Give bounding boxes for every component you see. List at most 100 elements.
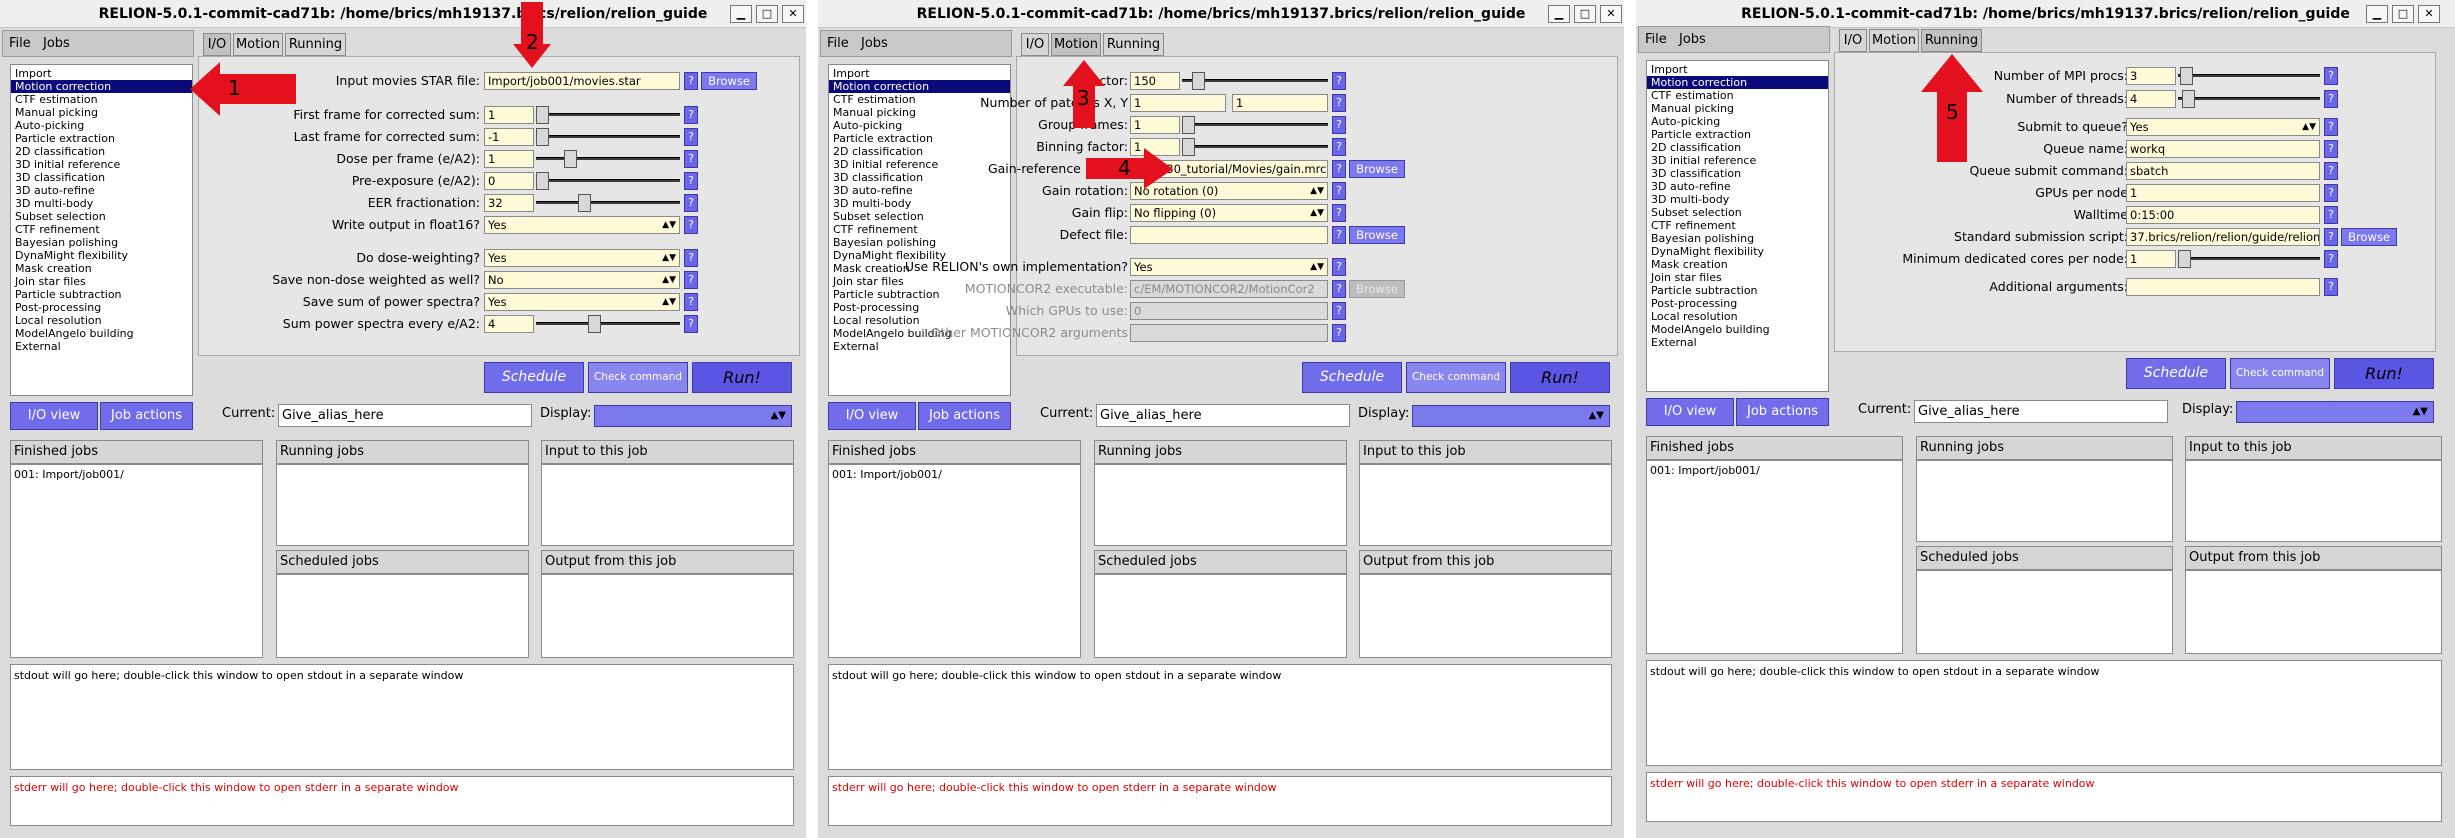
job-type-item[interactable]: CTF refinement xyxy=(829,223,1010,236)
help-icon[interactable]: ? xyxy=(684,172,698,190)
job-type-item[interactable]: CTF estimation xyxy=(11,93,192,106)
scheduled-jobs-list[interactable] xyxy=(1916,570,2173,654)
help-icon[interactable]: ? xyxy=(2324,162,2338,180)
tab-motion[interactable]: Motion xyxy=(1869,29,1919,52)
tab-io[interactable]: I/O xyxy=(203,33,231,56)
gain-flip-dropdown[interactable]: No flipping (0) ▲▼ xyxy=(1130,204,1328,222)
job-type-list[interactable]: Import Motion correction CTF estimation Man… xyxy=(1646,60,1829,392)
min-cores-field[interactable]: 1 xyxy=(2126,250,2176,268)
display-dropdown[interactable]: ▲▼ xyxy=(594,405,792,427)
maximize-icon[interactable]: □ xyxy=(2392,5,2414,23)
run-button[interactable]: Run! xyxy=(2334,358,2434,389)
job-type-item[interactable]: 3D initial reference xyxy=(829,158,1010,171)
job-type-item[interactable]: Auto-picking xyxy=(11,119,192,132)
threads-field[interactable]: 4 xyxy=(2126,90,2176,108)
stdout-window[interactable]: stdout will go here; double-click this w… xyxy=(10,664,794,770)
job-type-item[interactable]: Motion correction xyxy=(11,80,192,93)
output-job-list[interactable] xyxy=(1359,574,1612,658)
job-type-item[interactable]: 3D classification xyxy=(11,171,192,184)
close-icon[interactable]: ✕ xyxy=(1600,5,1622,23)
tab-io[interactable]: I/O xyxy=(1021,33,1049,56)
io-view-button[interactable]: I/O view xyxy=(10,402,98,430)
output-job-list[interactable] xyxy=(2185,570,2442,654)
min-cores-slider[interactable] xyxy=(2178,250,2320,268)
mc2-exe-field[interactable]: c/EM/MOTIONCOR2/MotionCor2 xyxy=(1130,280,1328,298)
help-icon[interactable]: ? xyxy=(684,106,698,124)
help-icon[interactable]: ? xyxy=(684,128,698,146)
job-type-item[interactable]: External xyxy=(1647,336,1828,349)
job-type-item[interactable]: Mask creation xyxy=(11,262,192,275)
job-type-item[interactable]: Particle subtraction xyxy=(1647,284,1828,297)
help-icon[interactable]: ? xyxy=(684,315,698,333)
close-icon[interactable]: ✕ xyxy=(2418,5,2440,23)
list-item[interactable]: 001: Import/job001/ xyxy=(1650,464,1899,477)
help-icon[interactable]: ? xyxy=(2324,184,2338,202)
help-icon[interactable]: ? xyxy=(1332,72,1346,90)
running-jobs-list[interactable] xyxy=(1094,464,1347,546)
scheduled-jobs-list[interactable] xyxy=(1094,574,1347,658)
maximize-icon[interactable]: □ xyxy=(1574,5,1596,23)
minimize-icon[interactable]: ▁ xyxy=(730,5,752,23)
own-impl-dropdown[interactable]: Yes ▲▼ xyxy=(1130,258,1328,276)
browse-button[interactable]: Browse xyxy=(1349,226,1405,244)
job-type-item[interactable]: Local resolution xyxy=(11,314,192,327)
io-view-button[interactable]: I/O view xyxy=(1646,398,1734,426)
help-icon[interactable]: ? xyxy=(684,249,698,267)
sumpower-field[interactable]: 4 xyxy=(484,315,534,333)
job-type-item[interactable]: Manual picking xyxy=(11,106,192,119)
job-type-item[interactable]: Subset selection xyxy=(1647,206,1828,219)
queue-submit-field[interactable]: sbatch xyxy=(2126,162,2320,180)
maximize-icon[interactable]: □ xyxy=(756,5,778,23)
job-type-item[interactable]: Bayesian polishing xyxy=(1647,232,1828,245)
job-type-item[interactable]: Particle extraction xyxy=(11,132,192,145)
patches-y-field[interactable]: 1 xyxy=(1232,94,1328,112)
binning-slider[interactable] xyxy=(1182,138,1328,156)
job-type-item[interactable]: 3D auto-refine xyxy=(1647,180,1828,193)
finished-jobs-list[interactable]: 001: Import/job001/ xyxy=(1646,460,1903,654)
job-type-item[interactable]: 3D multi-body xyxy=(829,197,1010,210)
title-bar[interactable]: RELION-5.0.1-commit-cad71b: /home/brics/… xyxy=(818,0,1624,28)
close-icon[interactable]: ✕ xyxy=(782,5,804,23)
job-type-item[interactable]: Auto-picking xyxy=(829,119,1010,132)
job-type-item[interactable]: 3D initial reference xyxy=(1647,154,1828,167)
first-frame-slider[interactable] xyxy=(536,106,680,124)
job-type-item[interactable]: DynaMight flexibility xyxy=(11,249,192,262)
run-button[interactable]: Run! xyxy=(692,362,792,393)
job-type-item[interactable]: Import xyxy=(1647,63,1828,76)
io-view-button[interactable]: I/O view xyxy=(828,402,916,430)
job-type-list[interactable]: Import Motion correction CTF estimation Man… xyxy=(828,64,1011,396)
job-type-item[interactable]: Post-processing xyxy=(11,301,192,314)
schedule-button[interactable]: Schedule xyxy=(484,362,584,393)
run-button[interactable]: Run! xyxy=(1510,362,1610,393)
job-type-item[interactable]: 3D multi-body xyxy=(1647,193,1828,206)
list-item[interactable]: 001: Import/job001/ xyxy=(14,468,259,481)
stderr-window[interactable]: stderr will go here; double-click this w… xyxy=(10,776,794,826)
schedule-button[interactable]: Schedule xyxy=(1302,362,1402,393)
job-type-item[interactable]: Particle extraction xyxy=(829,132,1010,145)
job-type-item[interactable]: CTF refinement xyxy=(11,223,192,236)
preexposure-slider[interactable] xyxy=(536,172,680,190)
job-type-item[interactable]: Post-processing xyxy=(829,301,1010,314)
display-dropdown[interactable]: ▲▼ xyxy=(2236,401,2434,423)
title-bar[interactable]: RELION-5.0.1-commit-cad71b: /home/brics/… xyxy=(0,0,806,28)
stderr-window[interactable]: stderr will go here; double-click this w… xyxy=(1646,772,2442,822)
job-actions-button[interactable]: Job actions xyxy=(1736,398,1829,426)
help-icon[interactable]: ? xyxy=(1332,226,1346,244)
powerspec-dropdown[interactable]: Yes ▲▼ xyxy=(484,293,680,311)
menu-jobs[interactable]: Jobs xyxy=(43,36,70,51)
schedule-button[interactable]: Schedule xyxy=(2126,358,2226,389)
minimize-icon[interactable]: ▁ xyxy=(2366,5,2388,23)
queue-name-field[interactable]: workq xyxy=(2126,140,2320,158)
tab-motion[interactable]: Motion xyxy=(233,33,283,56)
job-type-list[interactable]: Import Motion correction CTF estimation Man… xyxy=(10,64,193,396)
help-icon[interactable]: ? xyxy=(2324,250,2338,268)
dose-slider[interactable] xyxy=(536,150,680,168)
browse-button[interactable]: Browse xyxy=(2341,228,2397,246)
dose-field[interactable]: 1 xyxy=(484,150,534,168)
help-icon[interactable]: ? xyxy=(2324,90,2338,108)
mpi-procs-slider[interactable] xyxy=(2178,67,2320,85)
job-type-item[interactable]: Post-processing xyxy=(1647,297,1828,310)
job-type-item[interactable]: DynaMight flexibility xyxy=(1647,245,1828,258)
help-icon[interactable]: ? xyxy=(684,72,698,90)
job-type-item[interactable]: 2D classification xyxy=(11,145,192,158)
